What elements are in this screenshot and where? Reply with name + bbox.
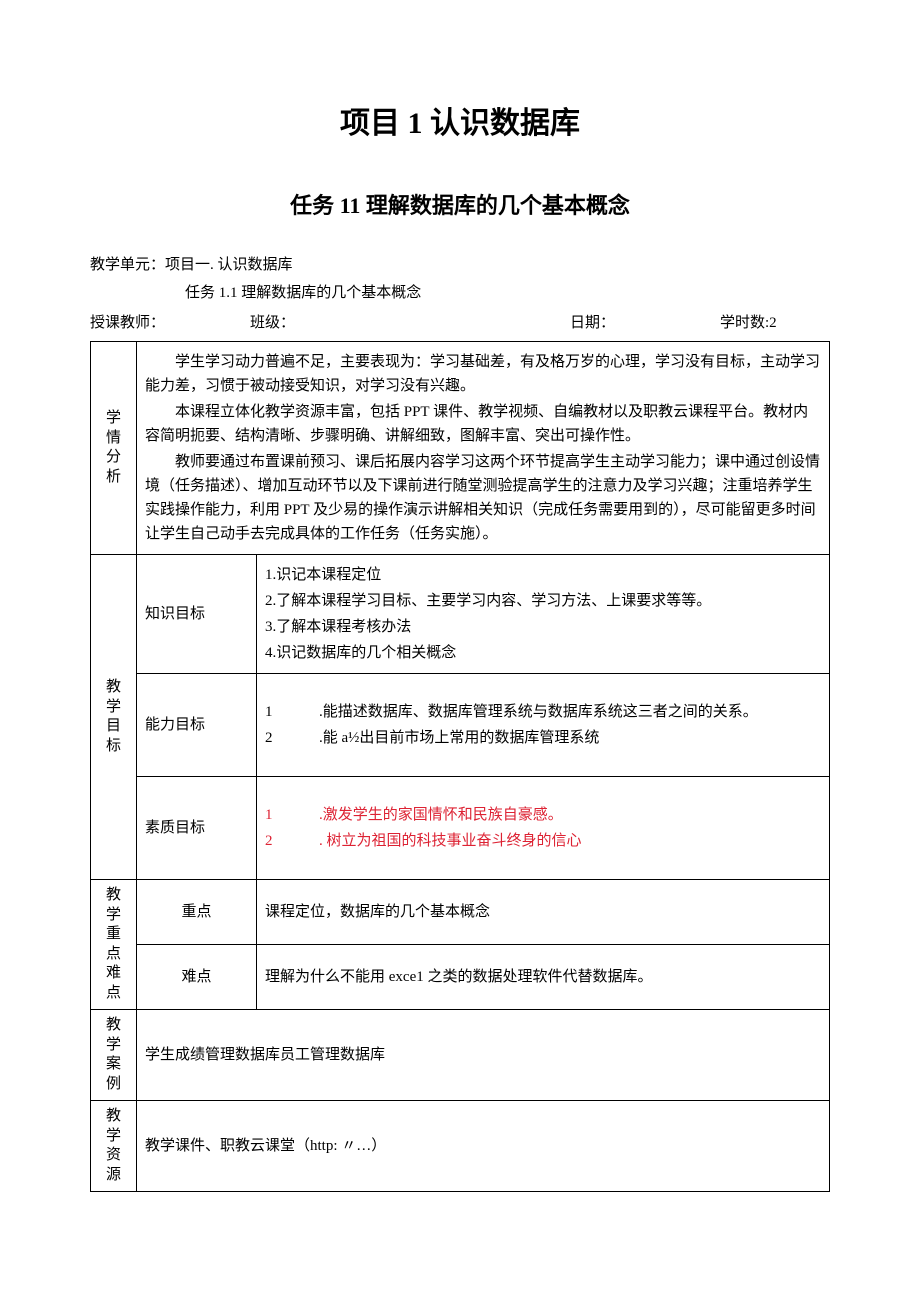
resource-text: 教学课件、职教云课堂（http: 〃…） (137, 1101, 830, 1192)
analysis-p3: 教师要通过布置课前预习、课后拓展内容学习这两个环节提高学生主动学习能力；课中通过… (145, 450, 821, 546)
class-label: 班级： (250, 311, 570, 335)
goal-knowledge-item: 1.识记本课程定位 (265, 563, 821, 587)
unit-line: 教学单元：项目一. 认识数据库 (90, 253, 830, 277)
page-subtitle: 任务 11 理解数据库的几个基本概念 (90, 188, 830, 223)
goal-quality-label: 素质目标 (137, 777, 257, 880)
case-text: 学生成绩管理数据库员工管理数据库 (137, 1010, 830, 1101)
keypoint-diff-text: 理解为什么不能用 exce1 之类的数据处理软件代替数据库。 (257, 945, 830, 1010)
row-label-analysis: 学情分析 (91, 342, 137, 555)
goal-quality-item: 1.激发学生的家国情怀和民族自豪感。 (265, 803, 821, 827)
goal-quality-item: 2. 树立为祖国的科技事业奋斗终身的信心 (265, 829, 821, 853)
analysis-p1: 学生学习动力普遍不足，主要表现为：学习基础差，有及格万岁的心理，学习没有目标，主… (145, 350, 821, 398)
row-label-goals: 教学目标 (91, 555, 137, 880)
lesson-plan-table: 学情分析 学生学习动力普遍不足，主要表现为：学习基础差，有及格万岁的心理，学习没… (90, 341, 830, 1192)
keypoint-diff-label: 难点 (137, 945, 257, 1010)
keypoint-key-text: 课程定位，数据库的几个基本概念 (257, 880, 830, 945)
goal-ability-item: 1.能描述数据库、数据库管理系统与数据库系统这三者之间的关系。 (265, 700, 821, 724)
teacher-label: 授课教师： (90, 311, 250, 335)
goal-knowledge-label: 知识目标 (137, 555, 257, 674)
page-title: 项目 1 认识数据库 (90, 100, 830, 148)
row-label-resource: 教学资源 (91, 1101, 137, 1192)
info-row: 授课教师： 班级： 日期： 学时数:2 (90, 311, 830, 335)
goal-quality-content: 1.激发学生的家国情怀和民族自豪感。 2. 树立为祖国的科技事业奋斗终身的信心 (257, 777, 830, 880)
goal-knowledge-item: 3.了解本课程考核办法 (265, 615, 821, 639)
date-label: 日期： (570, 311, 720, 335)
goal-knowledge-content: 1.识记本课程定位 2.了解本课程学习目标、主要学习内容、学习方法、上课要求等等… (257, 555, 830, 674)
goal-ability-label: 能力目标 (137, 674, 257, 777)
analysis-content: 学生学习动力普遍不足，主要表现为：学习基础差，有及格万岁的心理，学习没有目标，主… (137, 342, 830, 555)
unit-label: 教学单元： (90, 257, 165, 273)
goal-knowledge-item: 4.识记数据库的几个相关概念 (265, 641, 821, 665)
task-line: 任务 1.1 理解数据库的几个基本概念 (90, 281, 830, 305)
goal-knowledge-item: 2.了解本课程学习目标、主要学习内容、学习方法、上课要求等等。 (265, 589, 821, 613)
keypoint-key-label: 重点 (137, 880, 257, 945)
goal-ability-content: 1.能描述数据库、数据库管理系统与数据库系统这三者之间的关系。 2.能 a½出目… (257, 674, 830, 777)
analysis-p2: 本课程立体化教学资源丰富，包括 PPT 课件、教学视频、自编教材以及职教云课程平… (145, 400, 821, 448)
goal-ability-item: 2.能 a½出目前市场上常用的数据库管理系统 (265, 726, 821, 750)
unit-value: 项目一. 认识数据库 (165, 257, 293, 273)
row-label-case: 教学案例 (91, 1010, 137, 1101)
hours-label: 学时数:2 (720, 311, 830, 335)
row-label-keypoints: 教学重点难点 (91, 880, 137, 1010)
